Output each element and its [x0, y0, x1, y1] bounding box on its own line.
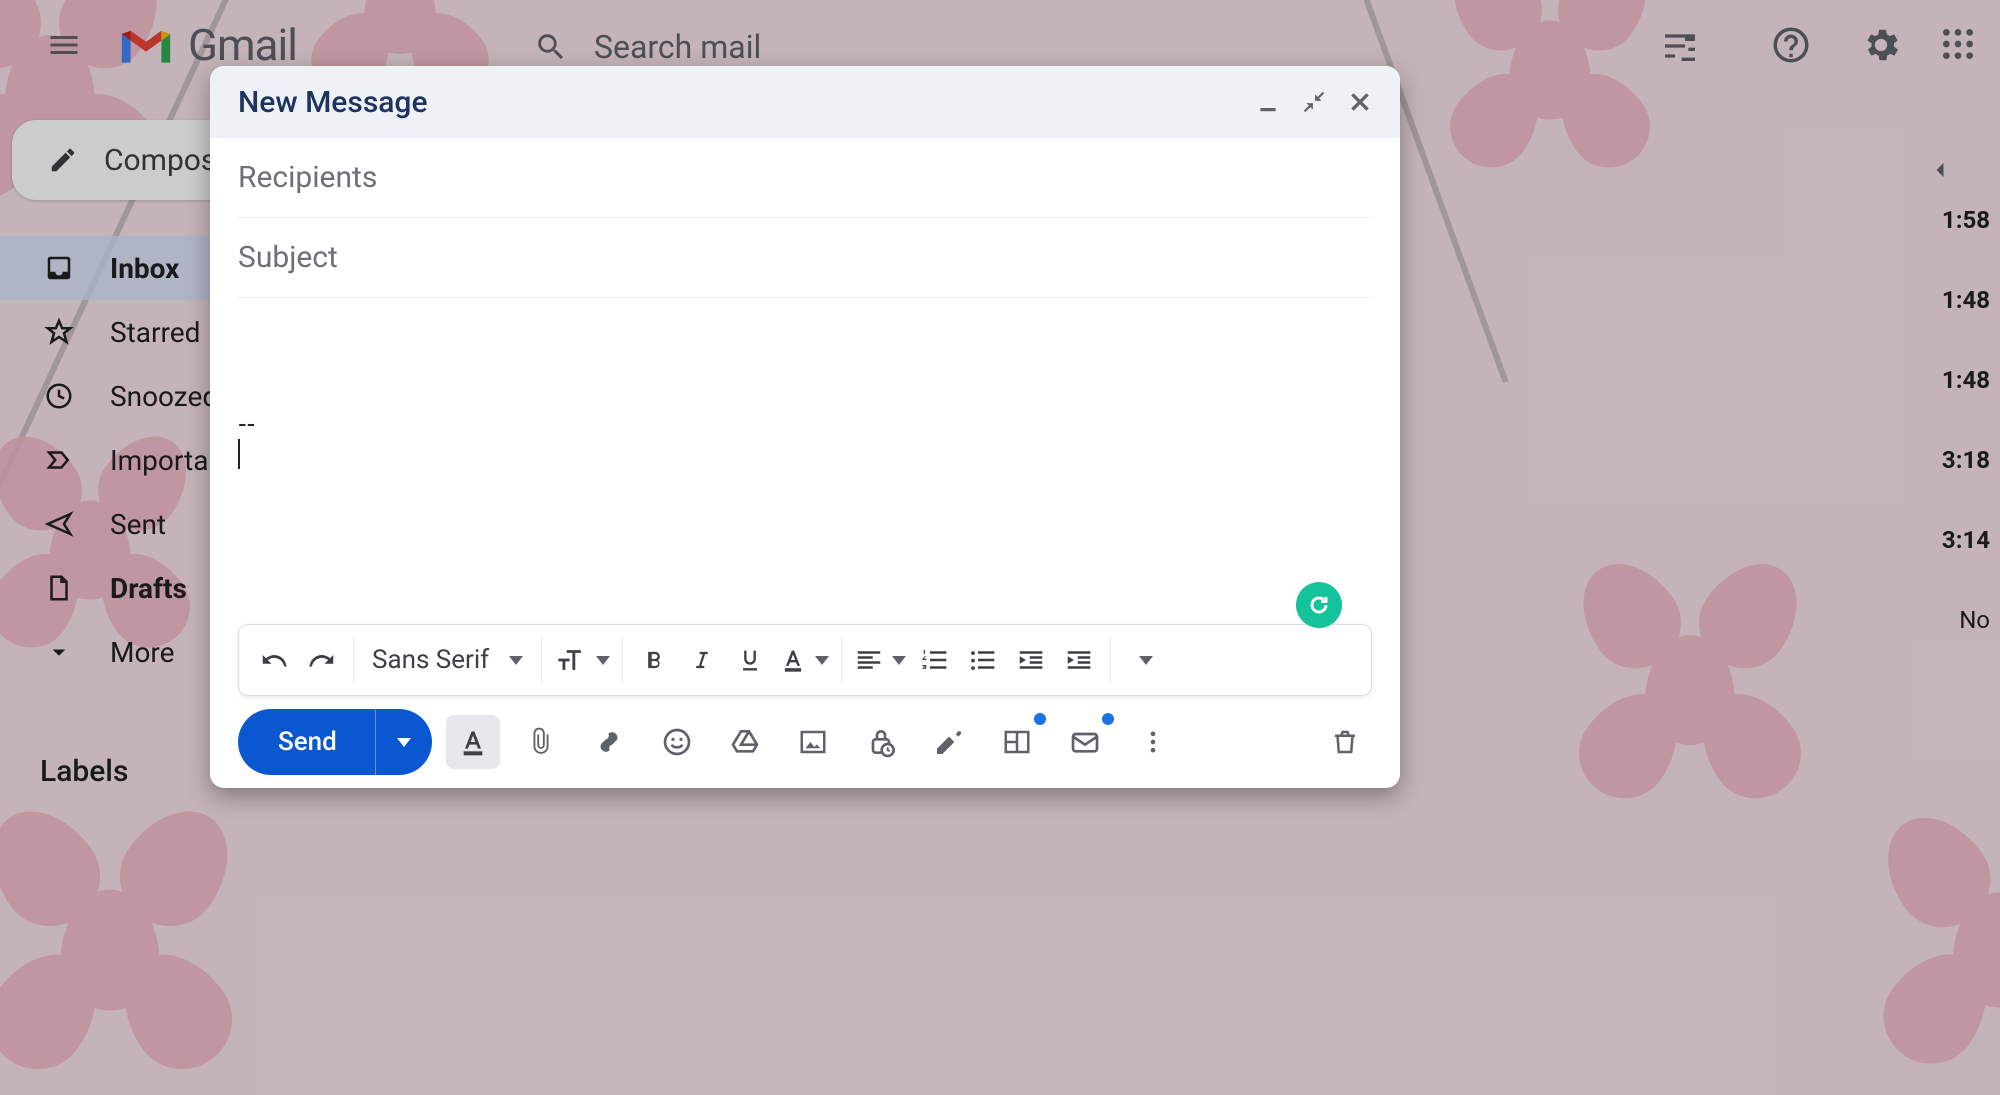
text-color-button[interactable] — [775, 635, 833, 685]
chevron-down-icon — [509, 656, 523, 665]
send-options-button[interactable] — [376, 709, 432, 775]
attach-file-button[interactable] — [514, 715, 568, 769]
compose-title: New Message — [238, 85, 1242, 120]
message-body[interactable]: -- — [210, 298, 1400, 624]
recipients-field[interactable]: Recipients — [238, 138, 1372, 218]
font-size-select[interactable] — [550, 635, 614, 685]
send-button-group: Send — [238, 709, 432, 775]
discard-draft-button[interactable] — [1318, 715, 1372, 769]
more-options-button[interactable] — [1126, 715, 1180, 769]
signature-separator: -- — [238, 408, 1372, 439]
italic-button[interactable] — [679, 635, 725, 685]
chevron-down-icon — [892, 656, 906, 665]
undo-button[interactable] — [251, 635, 297, 685]
mail-merge-button[interactable] — [1058, 715, 1112, 769]
align-button[interactable] — [850, 635, 910, 685]
font-family-select[interactable]: Sans Serif — [362, 635, 533, 685]
text-cursor — [238, 439, 240, 469]
send-button[interactable]: Send — [238, 709, 376, 775]
insert-signature-button[interactable] — [922, 715, 976, 769]
notification-dot — [1034, 713, 1046, 725]
layouts-button[interactable] — [990, 715, 1044, 769]
redo-button[interactable] — [299, 635, 345, 685]
grammarly-icon[interactable] — [1296, 582, 1342, 628]
minimize-button[interactable] — [1248, 82, 1288, 122]
notification-dot — [1102, 713, 1114, 725]
bulleted-list-button[interactable] — [960, 635, 1006, 685]
chevron-down-icon — [815, 656, 829, 665]
chevron-down-icon — [596, 656, 610, 665]
insert-emoji-button[interactable] — [650, 715, 704, 769]
recipients-placeholder: Recipients — [238, 160, 377, 195]
insert-photo-button[interactable] — [786, 715, 840, 769]
subject-placeholder: Subject — [238, 240, 338, 275]
close-button[interactable] — [1340, 82, 1380, 122]
formatting-toggle-button[interactable] — [446, 715, 500, 769]
formatting-toolbar: Sans Serif — [238, 624, 1372, 696]
more-formatting-button[interactable] — [1119, 635, 1165, 685]
compose-action-bar: Send — [210, 704, 1400, 788]
fullscreen-exit-button[interactable] — [1294, 82, 1334, 122]
indent-less-button[interactable] — [1008, 635, 1054, 685]
indent-more-button[interactable] — [1056, 635, 1102, 685]
chevron-down-icon — [397, 738, 411, 747]
bold-button[interactable] — [631, 635, 677, 685]
chevron-down-icon — [1139, 656, 1153, 665]
insert-drive-button[interactable] — [718, 715, 772, 769]
subject-field[interactable]: Subject — [238, 218, 1372, 298]
underline-button[interactable] — [727, 635, 773, 685]
compose-window: New Message Recipients Subject -- Sans S… — [210, 66, 1400, 788]
numbered-list-button[interactable] — [912, 635, 958, 685]
compose-header[interactable]: New Message — [210, 66, 1400, 138]
insert-link-button[interactable] — [582, 715, 636, 769]
confidential-mode-button[interactable] — [854, 715, 908, 769]
